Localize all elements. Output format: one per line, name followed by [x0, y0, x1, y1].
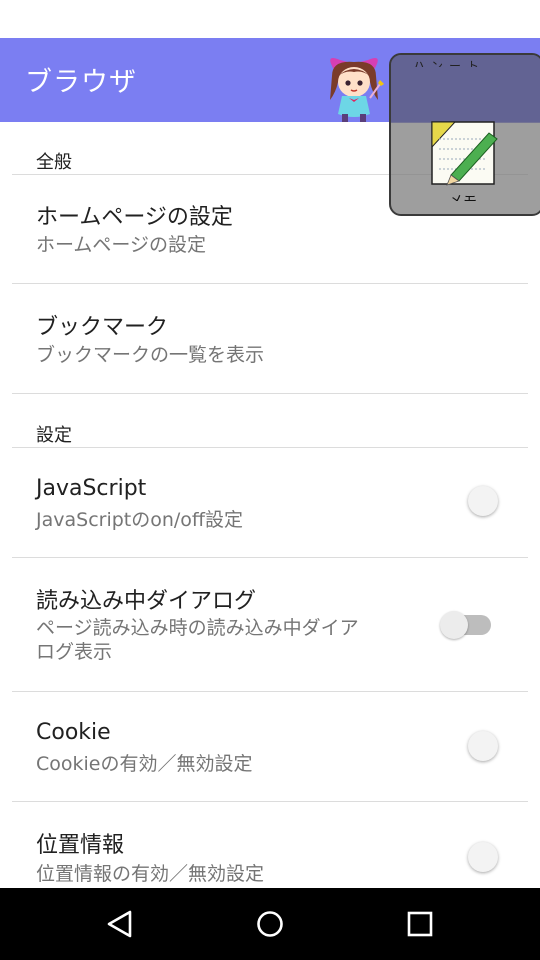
pref-title: JavaScript	[36, 476, 147, 501]
back-icon[interactable]	[102, 906, 138, 942]
divider	[12, 393, 528, 394]
mascot-icon[interactable]	[318, 52, 390, 124]
status-bar	[0, 0, 540, 38]
pref-javascript[interactable]: JavaScript JavaScriptのon/off設定	[0, 448, 540, 558]
pref-title: ホームページの設定	[36, 205, 233, 230]
recents-icon[interactable]	[402, 906, 438, 942]
pref-summary: ブックマークの一覧を表示	[36, 344, 265, 366]
navigation-bar	[0, 888, 540, 960]
pref-title: ブックマーク	[36, 315, 169, 340]
pref-title: 読み込み中ダイアログ	[36, 589, 257, 614]
cookie-switch[interactable]	[468, 731, 498, 761]
pref-summary: 位置情報の有効／無効設定	[36, 863, 265, 885]
pref-summary: ホームページの設定	[36, 234, 207, 256]
javascript-switch[interactable]	[468, 486, 498, 516]
pref-bookmarks[interactable]: ブックマーク ブックマークの一覧を表示	[0, 284, 540, 394]
switch-thumb	[440, 611, 468, 639]
pref-location[interactable]: 位置情報 位置情報の有効／無効設定	[0, 802, 540, 888]
pref-summary: JavaScriptのon/off設定	[36, 509, 244, 531]
home-icon[interactable]	[252, 906, 288, 942]
memo-label: メモ	[449, 191, 477, 201]
pref-title: 位置情報	[36, 833, 125, 858]
memo-overlay-title: ハンート	[413, 59, 486, 67]
pref-cookie[interactable]: Cookie Cookieの有効／無効設定	[0, 692, 540, 802]
pref-title: Cookie	[36, 720, 111, 745]
pref-summary-line2: ログ表示	[36, 641, 113, 663]
section-header-settings: 設定	[36, 425, 72, 446]
pref-loading-dialog[interactable]: 読み込み中ダイアログ ページ読み込み時の読み込み中ダイア ログ表示	[0, 558, 540, 692]
location-switch[interactable]	[468, 842, 498, 872]
settings-list[interactable]: 全般 ホームページの設定 ホームページの設定 ブックマーク ブックマークの一覧を…	[0, 122, 540, 888]
section-header-general: 全般	[36, 152, 72, 173]
memo-pad-icon[interactable]	[431, 121, 499, 189]
app-title: ブラウザ	[25, 67, 137, 98]
pref-summary: Cookieの有効／無効設定	[36, 753, 253, 775]
pref-summary-line1: ページ読み込み時の読み込み中ダイア	[36, 617, 359, 639]
memo-overlay[interactable]: ハンート メモ	[389, 53, 540, 216]
